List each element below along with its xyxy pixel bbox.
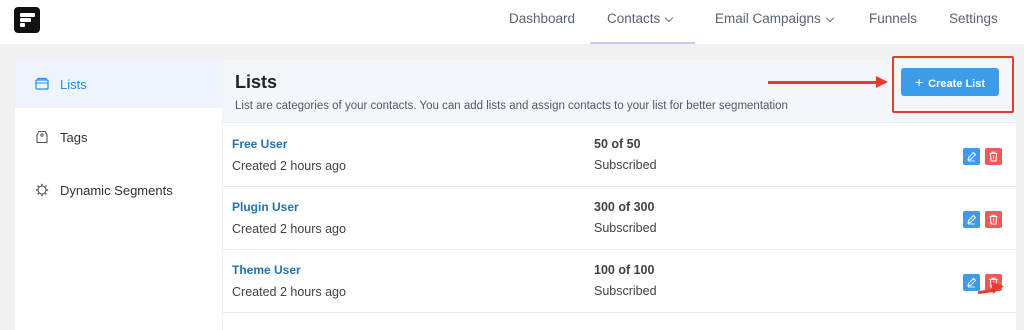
subscription-status: Subscribed (594, 284, 657, 298)
chevron-down-icon (665, 13, 674, 23)
list-row: Free User Created 2 hours ago 50 of 50 S… (223, 124, 1016, 187)
subscriber-count: 300 of 300 (594, 200, 655, 214)
app-logo[interactable] (14, 7, 40, 33)
subscription-status: Subscribed (594, 221, 657, 235)
nav-funnels[interactable]: Funnels (869, 0, 917, 44)
edit-list-button[interactable] (963, 274, 980, 291)
sidebar-item-label: Lists (60, 77, 87, 92)
delete-list-button[interactable] (985, 211, 1002, 228)
annotation-arrow (768, 81, 878, 84)
list-name-link[interactable]: Plugin User (232, 200, 299, 214)
top-navigation: Dashboard Contacts Email Campaigns Funne… (0, 0, 1024, 44)
subscriber-count: 50 of 50 (594, 137, 641, 151)
list-row: Plugin User Created 2 hours ago 300 of 3… (223, 187, 1016, 250)
annotation-arrow-head (991, 280, 1005, 294)
list-created-time: Created 2 hours ago (232, 159, 346, 173)
sidebar-item-lists[interactable]: Lists (15, 60, 222, 108)
trash-icon (989, 151, 998, 162)
page-description: List are categories of your contacts. Yo… (235, 100, 788, 112)
list-created-time: Created 2 hours ago (232, 285, 346, 299)
edit-list-button[interactable] (963, 148, 980, 165)
sidebar-item-label: Dynamic Segments (60, 183, 173, 198)
trash-icon (989, 214, 998, 225)
annotation-arrow-head (876, 76, 888, 88)
gear-icon (35, 183, 49, 197)
page-title: Lists (235, 72, 278, 92)
nav-email-campaigns[interactable]: Email Campaigns (715, 0, 835, 44)
nav-dashboard[interactable]: Dashboard (509, 0, 575, 44)
nav-funnels-label: Funnels (869, 11, 918, 26)
annotation-highlight-box (892, 56, 1014, 113)
nav-settings[interactable]: Settings (949, 0, 998, 44)
nav-dashboard-label: Dashboard (509, 11, 576, 26)
pencil-icon (967, 151, 977, 162)
delete-list-button[interactable] (985, 148, 1002, 165)
nav-email-campaigns-label: Email Campaigns (715, 11, 821, 26)
sidebar-item-label: Tags (60, 130, 88, 145)
nav-contacts-label: Contacts (607, 11, 661, 26)
nav-contacts[interactable]: Contacts (607, 0, 674, 44)
list-name-link[interactable]: Theme User (232, 263, 301, 277)
nav-settings-label: Settings (949, 11, 998, 26)
folder-icon (35, 77, 49, 90)
subscriber-count: 100 of 100 (594, 263, 655, 277)
list-row: Theme User Created 2 hours ago 100 of 10… (223, 250, 1016, 313)
sidebar-item-dynamic-segments[interactable]: Dynamic Segments (15, 166, 222, 214)
pencil-icon (967, 277, 977, 288)
list-created-time: Created 2 hours ago (232, 222, 346, 236)
sidebar-item-tags[interactable]: Tags (15, 113, 222, 161)
tag-icon (35, 130, 49, 144)
subscription-status: Subscribed (594, 158, 657, 172)
edit-list-button[interactable] (963, 211, 980, 228)
pencil-icon (967, 214, 977, 225)
active-tab-indicator (590, 42, 695, 44)
sidebar: Lists Tags Dynamic Segments (15, 60, 222, 330)
chevron-down-icon (825, 13, 835, 23)
list-name-link[interactable]: Free User (232, 137, 287, 151)
